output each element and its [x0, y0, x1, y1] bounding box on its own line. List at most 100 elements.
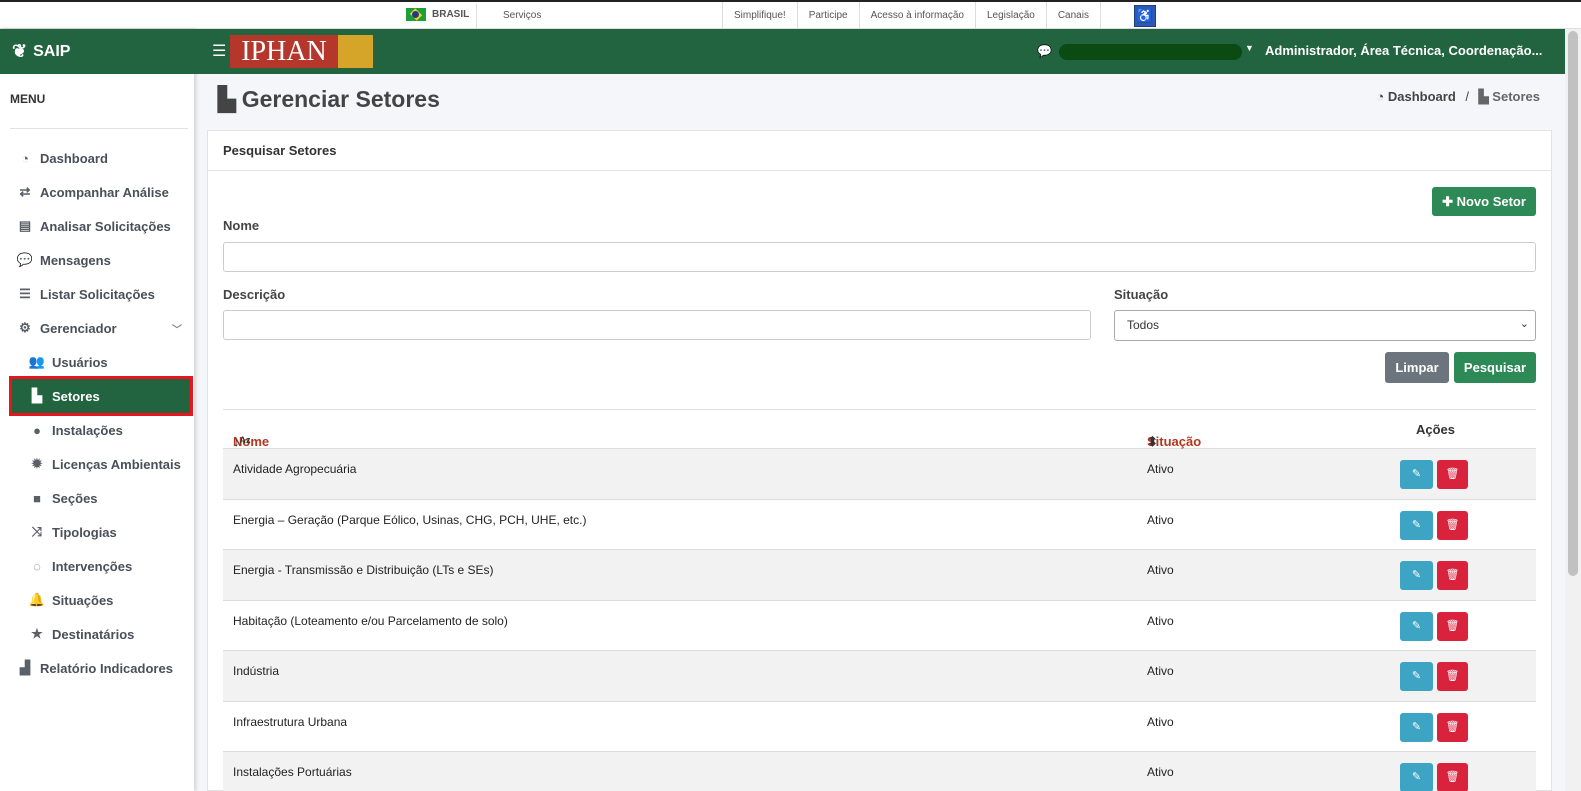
iphan-logo[interactable]: IPHAN	[230, 35, 373, 68]
bell-icon: 🔔	[28, 592, 46, 607]
sidebar-item-label: Destinatários	[52, 626, 135, 642]
sidebar-item-relatorio-indicadores[interactable]: ▟ Relatório Indicadores	[0, 651, 194, 685]
edit-button[interactable]: ✎	[1400, 763, 1433, 791]
accessibility-icon[interactable]: ♿	[1134, 5, 1156, 27]
trash-icon: 🗑	[1445, 468, 1460, 480]
edit-button[interactable]: ✎	[1400, 460, 1433, 489]
table-row: Infraestrutura Urbana Ativo ✎ 🗑	[223, 702, 1536, 752]
sidebar-item-label: Intervenções	[52, 558, 133, 574]
random-icon: ⤨	[31, 524, 43, 539]
sidebar-item-tipologias[interactable]: ⤨ Tipologias	[0, 515, 194, 549]
comments-icon: 💬	[16, 252, 34, 267]
sidebar-item-destinatarios[interactable]: ★ Destinatários	[0, 617, 194, 651]
cell-nome: Atividade Agropecuária	[233, 462, 357, 476]
edit-icon: ✎	[1411, 518, 1422, 531]
page-scrollbar[interactable]	[1565, 29, 1581, 791]
certificate-icon: ✹	[31, 456, 43, 471]
sidebar-item-acompanhar-analise[interactable]: ⇄ Acompanhar Análise	[0, 175, 194, 209]
edit-button[interactable]: ✎	[1400, 510, 1433, 540]
sidebar-item-situacoes[interactable]: 🔔 Situações	[0, 583, 194, 617]
sidebar-item-setores[interactable]: ▙ Setores	[9, 376, 193, 416]
sidebar-item-secoes[interactable]: ■ Seções	[0, 481, 194, 515]
cell-situacao: Ativo	[1147, 563, 1174, 577]
edit-icon: ✎	[1411, 619, 1422, 632]
delete-button[interactable]: 🗑	[1437, 712, 1468, 742]
sidebar-item-label: Relatório Indicadores	[40, 660, 173, 676]
delete-button[interactable]: 🗑	[1437, 763, 1468, 791]
cell-nome: Instalações Portuárias	[233, 765, 352, 779]
legislacao-link[interactable]: Legislação	[975, 2, 1046, 29]
table-row: Energia – Geração (Parque Eólico, Usinas…	[223, 500, 1536, 550]
search-card: Pesquisar Setores ✚ Novo Setor Nome Desc…	[207, 130, 1552, 791]
breadcrumb-separator: /	[1465, 89, 1470, 104]
circle-icon: ●	[33, 422, 41, 438]
table-row: Habitação (Loteamento e/ou Parcelamento …	[223, 601, 1536, 651]
sidebar-item-label: Seções	[52, 490, 98, 506]
page-title: ▙ Gerenciar Setores	[218, 86, 440, 113]
canais-link[interactable]: Canais	[1045, 2, 1101, 29]
sidebar-item-analisar-solicitacoes[interactable]: ▤ Analisar Solicitações	[0, 209, 194, 243]
participe-link[interactable]: Participe	[796, 2, 859, 29]
list-icon: ☰	[19, 286, 31, 301]
table-row: Energia - Transmissão e Distribuição (LT…	[223, 550, 1536, 601]
caret-down-icon[interactable]: ▼	[1245, 43, 1254, 53]
sidebar-item-licencas-ambientais[interactable]: ✹ Licenças Ambientais	[0, 447, 194, 481]
sidebar-item-label: Usuários	[52, 354, 108, 370]
plus-icon: ✚	[1442, 194, 1453, 209]
leaf-logo-icon: ❦	[12, 41, 28, 61]
sort-icon: ⬍	[1147, 434, 1158, 449]
trash-icon: 🗑	[1445, 518, 1460, 531]
sidebar-item-gerenciador[interactable]: ⚙ Gerenciador ﹀	[0, 311, 194, 345]
menu-title: MENU	[10, 92, 46, 106]
sidebar-item-listar-solicitacoes[interactable]: ☰ Listar Solicitações	[0, 277, 194, 311]
nome-label: Nome	[223, 218, 260, 233]
industry-icon: ▙	[32, 388, 42, 403]
chat-icon[interactable]: 💬	[1037, 44, 1052, 58]
delete-button[interactable]: 🗑	[1437, 460, 1468, 489]
brasil-label: BRASIL	[432, 9, 470, 20]
brasil-link[interactable]: BRASIL	[406, 8, 469, 21]
sidebar-item-label: Licenças Ambientais	[52, 456, 181, 472]
simplifique-link[interactable]: Simplifique!	[722, 2, 797, 29]
delete-button[interactable]: 🗑	[1437, 611, 1468, 641]
sidebar-item-label: Acompanhar Análise	[40, 184, 169, 200]
edit-icon: ✎	[1411, 468, 1422, 480]
sidebar-item-label: Listar Solicitações	[40, 286, 155, 302]
trash-icon: 🗑	[1445, 771, 1460, 783]
trash-icon: 🗑	[1445, 619, 1460, 632]
nome-input[interactable]	[223, 242, 1536, 272]
redacted-user-name	[1059, 44, 1242, 60]
new-sector-button[interactable]: ✚ Novo Setor	[1432, 187, 1536, 216]
sidebar-item-usuarios[interactable]: 👥 Usuários	[0, 345, 194, 379]
delete-button[interactable]: 🗑	[1437, 510, 1468, 540]
sidebar-item-instalacoes[interactable]: ● Instalações	[0, 413, 194, 447]
edit-button[interactable]: ✎	[1400, 712, 1433, 742]
sidebar-item-dashboard[interactable]: ◔ Dashboard	[0, 141, 194, 175]
user-profile-label[interactable]: Administrador, Área Técnica, Coordenação…	[1265, 43, 1542, 58]
delete-button[interactable]: 🗑	[1437, 561, 1468, 590]
edit-button[interactable]: ✎	[1400, 662, 1433, 691]
descricao-input[interactable]	[223, 310, 1091, 340]
sidebar-nav: ◔ Dashboard ⇄ Acompanhar Análise ▤ Analisar…	[0, 129, 194, 685]
clear-button[interactable]: Limpar	[1385, 352, 1449, 383]
hamburger-menu-icon[interactable]: ☰	[212, 41, 226, 61]
servicos-link[interactable]: Serviços	[503, 10, 541, 21]
brand[interactable]: ❦ SAIP	[0, 29, 194, 74]
sidebar-item-intervencoes[interactable]: ◌ Intervenções	[0, 549, 194, 583]
scrollbar-thumb[interactable]	[1568, 31, 1578, 576]
gov-top-bar: BRASIL Serviços Simplifique! Participe A…	[0, 0, 1581, 29]
sidebar-item-mensagens[interactable]: 💬 Mensagens	[0, 243, 194, 277]
situacao-select[interactable]: Todos ⌄	[1114, 310, 1536, 341]
edit-button[interactable]: ✎	[1400, 561, 1433, 590]
trash-icon: 🗑	[1445, 569, 1460, 581]
breadcrumb-home[interactable]: Dashboard	[1388, 89, 1456, 104]
edit-button[interactable]: ✎	[1400, 611, 1433, 641]
cell-situacao: Ativo	[1147, 512, 1174, 527]
acesso-informacao-link[interactable]: Acesso à informação	[858, 2, 975, 29]
search-button[interactable]: Pesquisar	[1454, 352, 1536, 383]
edit-icon: ✎	[1411, 670, 1422, 682]
cell-nome: Indústria	[233, 664, 280, 678]
delete-button[interactable]: 🗑	[1437, 662, 1468, 691]
gov-links: Simplifique! Participe Acesso à informaç…	[722, 2, 1101, 29]
table-header: Nome ↓ᴬᶻ Situação ⬍ Ações	[223, 409, 1536, 449]
